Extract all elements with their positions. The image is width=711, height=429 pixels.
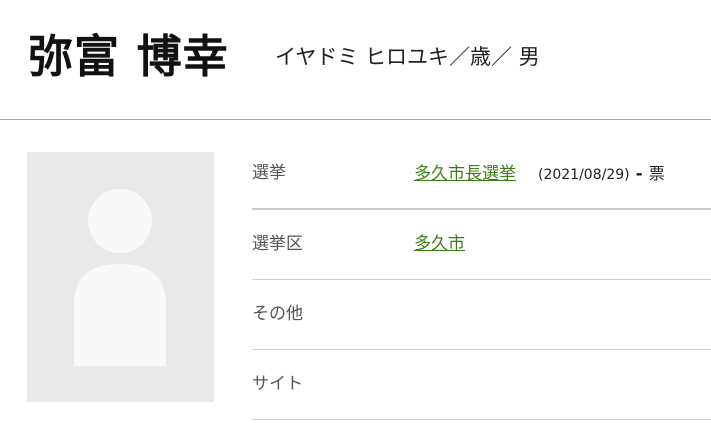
candidate-details: 選挙 多久市長選挙 (2021/08/29) - 票 選挙区 多久市 その他 サイト [252,139,711,420]
profile-header: 弥富 博幸 イヤドミ ヒロユキ／歳／ 男 [0,0,711,120]
district-link[interactable]: 多久市 [414,234,465,254]
other-row: その他 [252,280,711,350]
person-placeholder-icon [74,189,166,366]
votes-placeholder: - [635,164,643,184]
candidate-photo [27,152,214,402]
candidate-name: 弥富 博幸 [28,30,229,83]
district-value: 多久市 [414,210,465,279]
other-label: その他 [252,304,303,324]
header-divider [0,119,711,120]
site-label: サイト [252,374,303,394]
votes-unit: 票 [648,164,665,183]
election-date: (2021/08/29) [538,167,630,183]
candidate-subinfo: イヤドミ ヒロユキ／歳／ 男 [275,45,540,69]
election-link[interactable]: 多久市長選挙 [414,164,516,184]
district-row: 選挙区 多久市 [252,210,711,280]
site-row: サイト [252,350,711,420]
election-row: 選挙 多久市長選挙 (2021/08/29) - 票 [252,139,711,210]
district-label: 選挙区 [252,234,303,254]
election-label: 選挙 [252,163,286,183]
election-value: 多久市長選挙 (2021/08/29) - 票 [414,139,665,210]
